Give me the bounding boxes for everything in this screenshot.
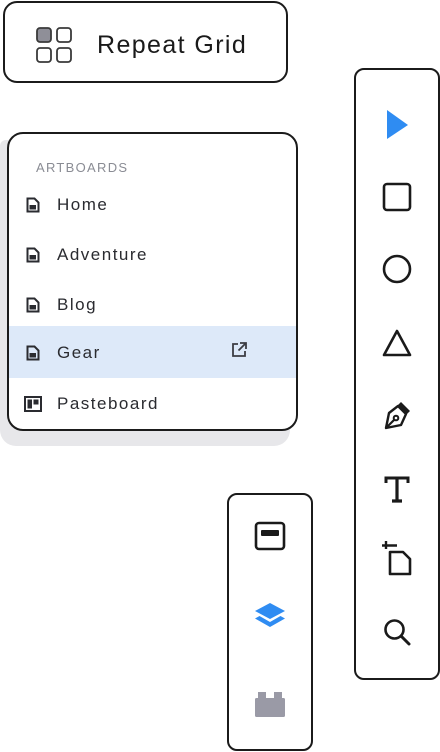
arrow-pointer-icon bbox=[387, 110, 408, 139]
artboard-item-adventure[interactable]: Adventure bbox=[9, 230, 296, 280]
artboard-item-label: Adventure bbox=[57, 245, 148, 264]
artboard-item-home[interactable]: Home bbox=[9, 180, 296, 230]
external-link-icon[interactable] bbox=[230, 341, 248, 359]
pasteboard-icon bbox=[24, 396, 42, 412]
artboard-item-label: Pasteboard bbox=[57, 394, 159, 413]
pen-nib-icon bbox=[384, 402, 410, 430]
triangle-tool[interactable] bbox=[356, 313, 438, 373]
artboards-panel: ARTBOARDS Home Adventure Blog Gear Paste… bbox=[7, 132, 298, 431]
ellipse-icon bbox=[382, 254, 412, 284]
zoom-tool[interactable] bbox=[356, 602, 438, 662]
repeat-grid-icon bbox=[36, 27, 72, 63]
artboard-item-gear[interactable]: Gear bbox=[9, 326, 296, 378]
text-tool[interactable] bbox=[356, 459, 438, 519]
layers-icon bbox=[255, 603, 285, 627]
assets-panel-button[interactable] bbox=[229, 506, 311, 566]
artboard-crop-icon bbox=[382, 541, 412, 576]
artboard-icon bbox=[26, 247, 40, 263]
artboard-item-label: Gear bbox=[57, 343, 101, 362]
pasteboard-item[interactable]: Pasteboard bbox=[9, 379, 296, 429]
plugins-panel-button[interactable] bbox=[229, 674, 311, 734]
magnifier-icon bbox=[384, 619, 411, 646]
rectangle-tool[interactable] bbox=[356, 167, 438, 227]
repeat-grid-button[interactable]: Repeat Grid bbox=[3, 1, 288, 83]
artboard-icon bbox=[26, 297, 40, 313]
artboard-item-blog[interactable]: Blog bbox=[9, 280, 296, 330]
artboard-item-label: Blog bbox=[57, 295, 98, 314]
layers-panel-button[interactable] bbox=[229, 587, 311, 647]
artboard-item-label: Home bbox=[57, 195, 109, 214]
repeat-grid-label: Repeat Grid bbox=[97, 31, 248, 59]
pen-tool[interactable] bbox=[356, 385, 438, 445]
artboard-icon bbox=[26, 197, 40, 213]
tools-toolbar bbox=[354, 68, 440, 680]
text-t-icon bbox=[384, 476, 410, 503]
panels-toolbar bbox=[227, 493, 313, 751]
rectangle-icon bbox=[382, 182, 412, 212]
artboard-tool[interactable] bbox=[356, 528, 438, 588]
artboard-icon bbox=[26, 345, 40, 361]
plugin-brick-icon bbox=[255, 692, 285, 717]
select-tool[interactable] bbox=[356, 94, 438, 154]
artboards-heading: ARTBOARDS bbox=[36, 160, 129, 175]
ellipse-tool[interactable] bbox=[356, 239, 438, 299]
assets-panel-icon bbox=[254, 521, 286, 551]
triangle-icon bbox=[382, 329, 412, 357]
